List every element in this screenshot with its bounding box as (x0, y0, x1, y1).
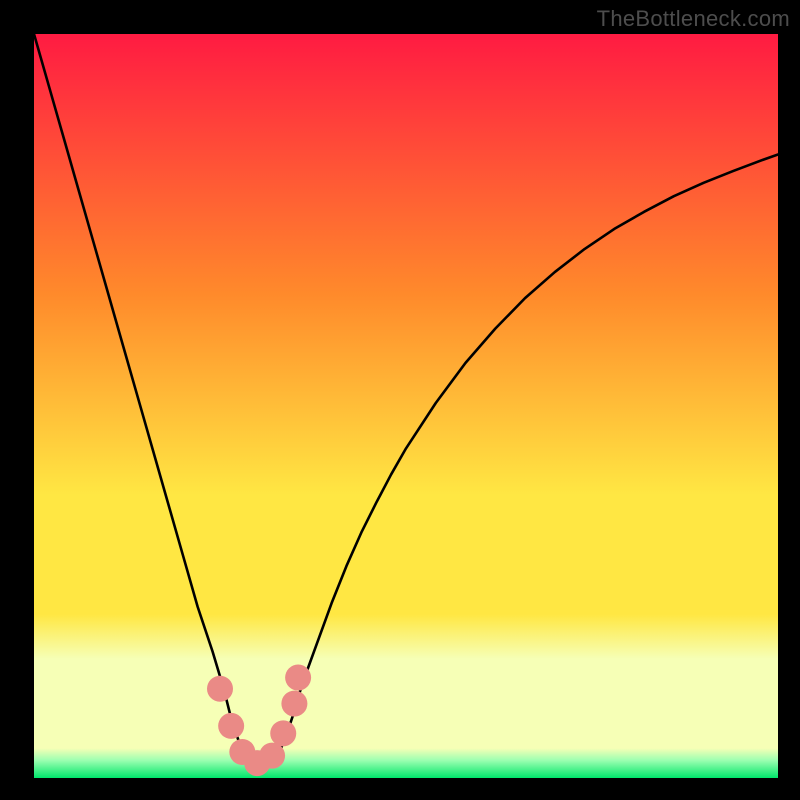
chart-plot-area (34, 34, 778, 778)
valley-node-1 (218, 713, 244, 739)
chart-svg (34, 34, 778, 778)
valley-node-6 (281, 691, 307, 717)
chart-stage: TheBottleneck.com (0, 0, 800, 800)
valley-node-4 (259, 743, 285, 769)
valley-node-5 (270, 720, 296, 746)
valley-node-0 (207, 676, 233, 702)
gradient-background (34, 34, 778, 778)
valley-node-7 (285, 665, 311, 691)
credit-text: TheBottleneck.com (597, 6, 790, 32)
green-band (34, 748, 778, 778)
